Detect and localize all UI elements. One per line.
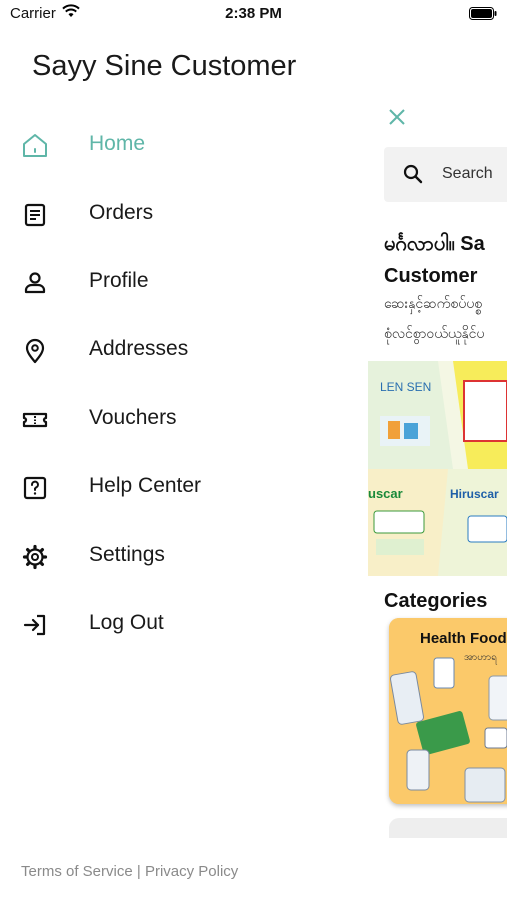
menu-label-home: Home: [89, 132, 146, 155]
banner-brand-lensen: LEN SEN: [380, 380, 431, 394]
search-input[interactable]: Search: [384, 147, 507, 202]
privacy-policy-link[interactable]: Privacy Policy: [145, 863, 238, 880]
menu-label-addresses: Addresses: [89, 337, 189, 360]
menu-item-vouchers[interactable]: Vouchers: [0, 390, 368, 450]
search-icon: [402, 163, 424, 190]
welcome-heading-line2: Customer: [384, 265, 478, 287]
menu-item-settings[interactable]: Settings: [0, 527, 368, 587]
welcome-description-line1: ဆေးနှင့်ဆက်စပ်ပစ္စ: [384, 295, 483, 311]
orders-icon: [20, 200, 50, 230]
menu-item-help-center[interactable]: Help Center: [0, 458, 368, 518]
categories-heading: Categories: [384, 590, 488, 612]
menu-label-help-center: Help Center: [89, 474, 202, 497]
navigation-drawer: Sayy Sine Customer Home Orders Profile A…: [0, 28, 368, 900]
menu-item-log-out[interactable]: Log Out: [0, 595, 368, 655]
search-placeholder: Search: [442, 165, 493, 182]
welcome-description-line2: စုံလင်စွာဝယ်ယူနိုင်ပ: [384, 325, 485, 341]
ticket-icon: [20, 405, 50, 435]
banner-brand-hiruscar: Hiruscar: [450, 487, 499, 501]
battery-icon: [469, 7, 497, 25]
menu-item-profile[interactable]: Profile: [0, 253, 368, 313]
promo-banner[interactable]: LEN SEN Hiruscar uscar: [368, 361, 507, 576]
home-icon: [20, 131, 50, 161]
help-icon: [20, 473, 50, 503]
home-screen-peek: Search မင်္ဂလာပါ။ Sa Customer ဆေးနှင့်ဆက…: [368, 28, 507, 900]
category-sublabel: အာဟာရ: [464, 652, 497, 663]
menu-label-profile: Profile: [89, 269, 149, 292]
banner-brand-hiruscar-partial: uscar: [368, 486, 403, 501]
menu-label-settings: Settings: [89, 543, 165, 566]
category-label: Health Food: [420, 630, 507, 647]
category-card-health-food[interactable]: Health Food အာဟာရ: [389, 618, 507, 804]
menu-item-home[interactable]: Home: [0, 116, 368, 176]
logout-icon: [20, 610, 50, 640]
clock: 2:38 PM: [225, 5, 282, 22]
category-card-next[interactable]: [389, 818, 507, 838]
close-icon[interactable]: [386, 106, 408, 128]
profile-icon: [20, 268, 50, 298]
footer-separator: |: [132, 863, 145, 880]
menu-item-orders[interactable]: Orders: [0, 185, 368, 245]
menu-label-vouchers: Vouchers: [89, 406, 177, 429]
welcome-heading: မင်္ဂလာပါ။ Sa: [384, 233, 485, 255]
footer-links: Terms of Service | Privacy Policy: [21, 863, 238, 880]
status-bar: Carrier 2:38 PM: [0, 0, 507, 28]
gear-icon: [20, 542, 50, 572]
menu-label-orders: Orders: [89, 201, 154, 224]
app-title: Sayy Sine Customer: [32, 50, 297, 82]
menu-label-log-out: Log Out: [89, 611, 164, 634]
menu-item-addresses[interactable]: Addresses: [0, 321, 368, 381]
terms-of-service-link[interactable]: Terms of Service: [21, 863, 133, 880]
location-pin-icon: [20, 336, 50, 366]
